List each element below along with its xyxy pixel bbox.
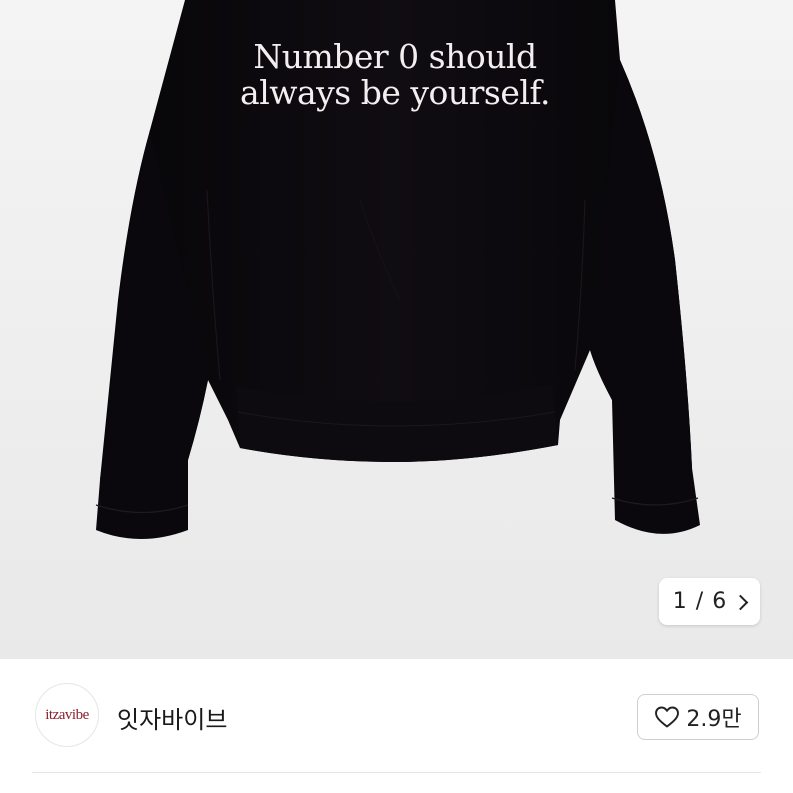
seller-avatar-logo: itzavibe — [45, 706, 89, 723]
heart-icon — [655, 706, 680, 728]
sweatshirt-print-line-2: always be yourself. — [240, 73, 550, 112]
section-divider — [32, 772, 761, 773]
product-detail-screen: Number 0 should always be yourself. 1 / … — [0, 0, 793, 793]
chevron-right-icon — [732, 594, 749, 610]
like-count: 2.9만 — [686, 707, 742, 732]
seller-store-name[interactable]: 잇자바이브 — [117, 700, 227, 735]
image-page-indicator[interactable]: 1 / 6 — [659, 578, 760, 625]
like-button[interactable]: 2.9만 — [637, 694, 759, 740]
page-counter: 1 / 6 — [672, 589, 728, 614]
seller-info-row: itzavibe 잇자바이브 2.9만 — [0, 659, 793, 772]
seller-avatar[interactable]: itzavibe — [35, 683, 99, 747]
sweatshirt-print-line-1: Number 0 should — [253, 37, 537, 76]
product-image-gallery[interactable]: Number 0 should always be yourself. 1 / … — [0, 0, 793, 659]
